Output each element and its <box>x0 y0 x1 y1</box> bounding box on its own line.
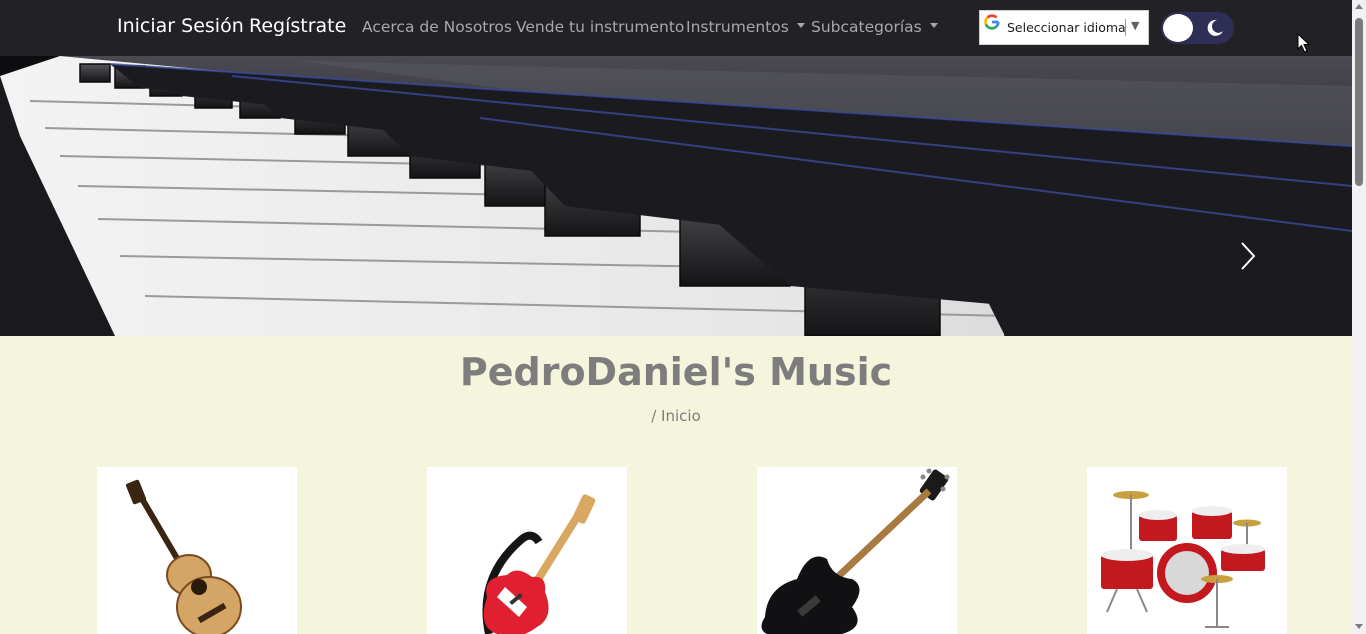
dropdown-arrow-icon: ▼ <box>1131 19 1140 32</box>
site-title: PedroDaniel's Music <box>459 350 893 394</box>
instruments-dropdown[interactable]: Instrumentos <box>686 18 805 36</box>
moon-icon <box>1207 19 1223 36</box>
login-link[interactable]: Iniciar Sesión <box>117 15 244 37</box>
language-select-divider <box>1125 19 1126 36</box>
breadcrumb: / Inicio <box>651 407 701 425</box>
acoustic-guitar-image <box>125 479 242 634</box>
category-card-acoustic-guitar[interactable] <box>97 467 297 634</box>
scroll-down-arrow-icon[interactable] <box>1355 624 1363 629</box>
subcategories-dropdown[interactable]: Subcategorías <box>811 18 938 36</box>
bass-guitar-image <box>761 468 950 634</box>
sell-instrument-link[interactable]: Vende tu instrumento <box>516 18 684 36</box>
category-card-bass-guitar[interactable] <box>757 467 957 634</box>
chevron-right-icon[interactable] <box>1238 241 1258 271</box>
about-link[interactable]: Acerca de Nosotros <box>362 18 512 36</box>
instruments-label: Instrumentos <box>686 18 789 36</box>
caret-down-icon <box>796 23 805 28</box>
mouse-cursor-icon <box>1297 33 1311 53</box>
language-select-label: Seleccionar idioma <box>1007 20 1126 35</box>
toggle-knob <box>1163 14 1193 42</box>
electric-guitar-image <box>482 494 596 634</box>
drum-kit-image <box>1101 491 1265 628</box>
navbar: Iniciar Sesión Regístrate Acerca de Noso… <box>0 0 1352 56</box>
piano-keys-image <box>0 56 1352 336</box>
page-scrollbar[interactable] <box>1352 0 1366 634</box>
subcategories-label: Subcategorías <box>811 18 922 36</box>
google-g-icon <box>984 14 1000 30</box>
scrollbar-thumb[interactable] <box>1355 18 1363 186</box>
category-card-drum-kit[interactable] <box>1087 467 1287 634</box>
scroll-up-arrow-icon[interactable] <box>1355 4 1363 9</box>
language-select[interactable]: Seleccionar idioma ▼ <box>979 10 1149 45</box>
hero-carousel <box>0 56 1352 336</box>
register-link[interactable]: Regístrate <box>249 15 346 37</box>
caret-down-icon <box>929 23 938 28</box>
category-card-electric-guitar[interactable] <box>427 467 627 634</box>
dark-mode-toggle[interactable] <box>1161 12 1234 44</box>
